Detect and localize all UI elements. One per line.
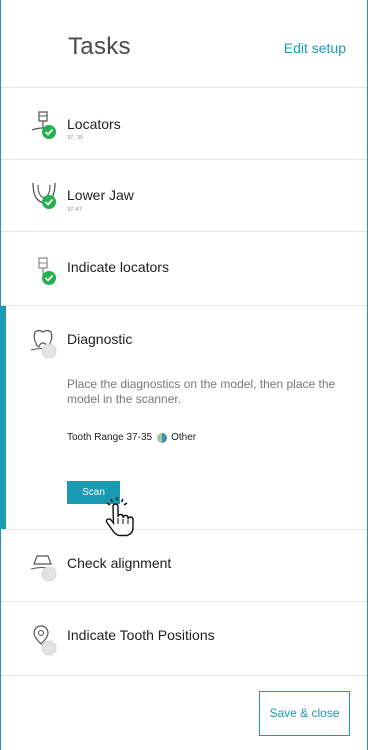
task-locators[interactable]: Locators 37, 35: [1, 88, 367, 160]
map-pin-icon: [33, 625, 57, 656]
pending-badge-icon: [41, 566, 57, 582]
task-lower-jaw[interactable]: Lower Jaw 37-47: [1, 160, 367, 232]
edit-setup-link[interactable]: Edit setup: [284, 40, 346, 56]
task-sublabel: 37, 35: [67, 135, 84, 141]
locator-icon: [31, 111, 56, 139]
task-indicate-locators[interactable]: Indicate locators: [1, 232, 367, 306]
tasks-panel: Tasks Edit setup Locators 37, 35 Lower J…: [0, 0, 368, 750]
task-label: Lower Jaw: [67, 187, 134, 203]
task-label: Indicate Tooth Positions: [67, 627, 215, 643]
task-check-alignment[interactable]: Check alignment: [1, 530, 367, 602]
material-dot-icon: [157, 432, 168, 443]
page-title: Tasks: [68, 33, 131, 60]
locator-outline-icon: [38, 257, 56, 285]
tooth-range-tag: Other: [171, 432, 197, 443]
tooth-icon: [30, 329, 57, 358]
check-badge-icon: [42, 195, 56, 209]
task-label: Indicate locators: [67, 259, 169, 275]
lower-jaw-icon: [32, 182, 56, 209]
task-label: Check alignment: [67, 555, 172, 571]
task-description: Place the diagnostics on the model, then…: [67, 377, 336, 406]
alignment-icon: [30, 555, 57, 582]
panel-header: Tasks Edit setup: [1, 0, 367, 88]
task-label: Locators: [67, 116, 121, 132]
tooth-range: Tooth Range 37-35 Other: [67, 432, 196, 443]
check-badge-icon: [42, 271, 56, 285]
task-diagnostic[interactable]: Diagnostic Place the diagnostics on the …: [1, 306, 367, 537]
tooth-range-label: Tooth Range 37-35: [67, 432, 153, 443]
task-indicate-tooth-positions[interactable]: Indicate Tooth Positions: [1, 602, 367, 676]
save-close-button[interactable]: Save & close: [259, 691, 350, 736]
check-badge-icon: [42, 125, 56, 139]
task-sublabel: 37-47: [67, 207, 83, 213]
task-label: Diagnostic: [67, 331, 133, 347]
active-indicator: [1, 306, 6, 529]
pending-badge-icon: [41, 640, 57, 656]
panel-footer: Save & close: [1, 676, 367, 750]
pending-badge-icon: [41, 343, 57, 358]
